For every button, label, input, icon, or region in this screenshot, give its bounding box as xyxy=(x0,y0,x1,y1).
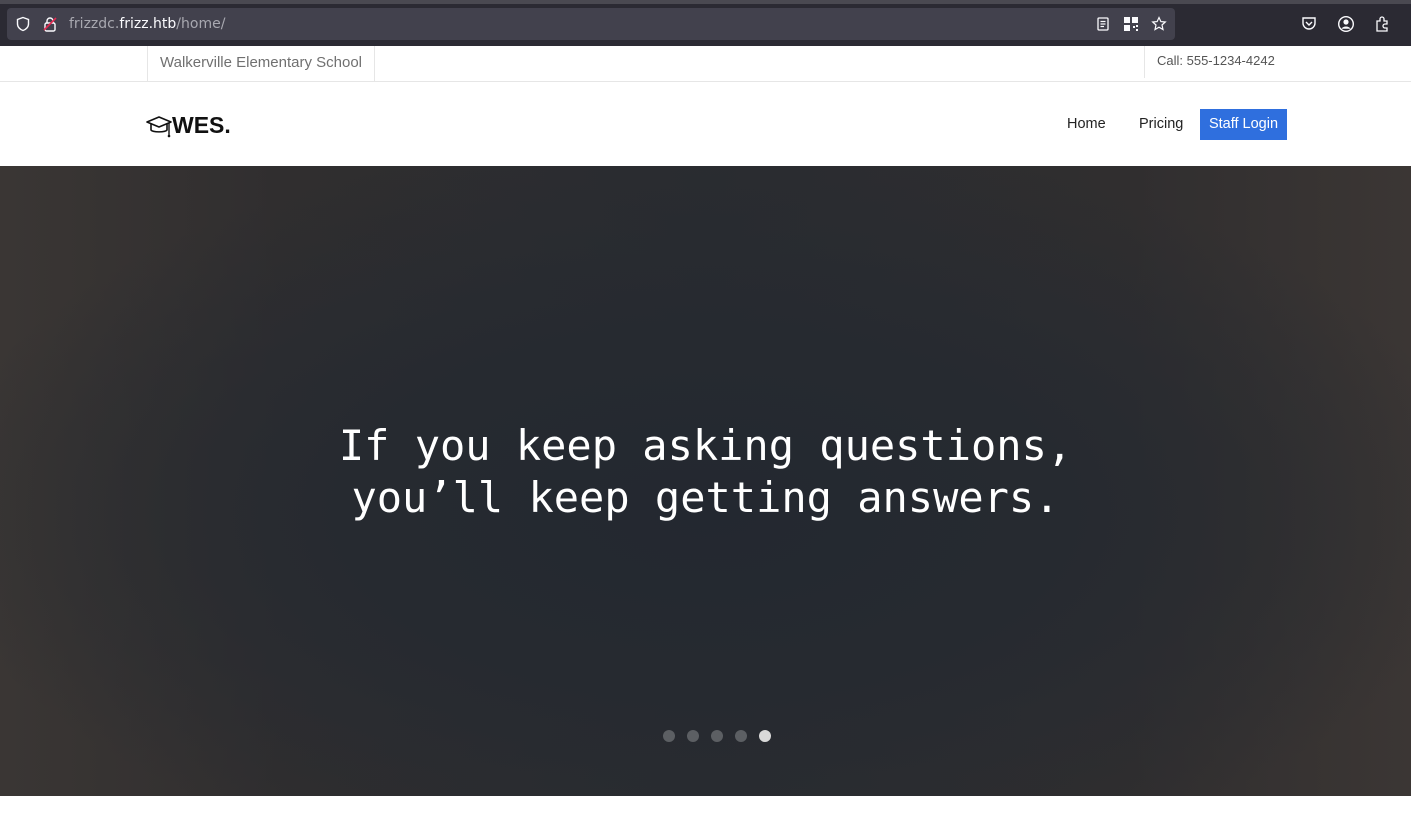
phone-number: Call: 555-1234-4242 xyxy=(1144,46,1275,78)
url-path: /home/ xyxy=(176,16,226,32)
slider-dot-1[interactable] xyxy=(663,730,675,742)
pocket-icon[interactable] xyxy=(1300,15,1318,33)
slider-dot-3[interactable] xyxy=(711,730,723,742)
shield-icon[interactable] xyxy=(15,16,31,32)
url-text[interactable]: frizzdc.frizz.htb/home/ xyxy=(69,16,225,32)
graduation-cap-icon xyxy=(146,116,172,138)
extensions-icon[interactable] xyxy=(1373,15,1391,33)
page-content-below-hero xyxy=(0,796,1411,838)
qr-code-icon[interactable] xyxy=(1123,16,1139,32)
reader-view-icon[interactable] xyxy=(1095,16,1111,32)
url-host: frizz.htb xyxy=(119,16,177,32)
address-bar[interactable]: frizzdc.frizz.htb/home/ xyxy=(7,8,1175,40)
slider-pagination xyxy=(663,730,771,742)
site-logo[interactable]: WES. xyxy=(146,110,231,140)
bookmark-star-icon[interactable] xyxy=(1151,16,1167,32)
school-name: Walkerville Elementary School xyxy=(147,46,375,82)
browser-toolbar: frizzdc.frizz.htb/home/ xyxy=(0,0,1411,46)
url-host-prefix: frizzdc. xyxy=(69,16,120,32)
nav-link-home[interactable]: Home xyxy=(1067,116,1106,132)
slider-dot-5[interactable] xyxy=(759,730,771,742)
insecure-lock-icon[interactable] xyxy=(42,16,58,32)
account-icon[interactable] xyxy=(1337,15,1355,33)
hero-slider: If you keep asking questions, you’ll kee… xyxy=(0,166,1411,796)
nav-link-pricing[interactable]: Pricing xyxy=(1139,116,1183,132)
logo-text: WES. xyxy=(172,111,231,138)
hero-quote-line-2: you’ll keep getting answers. xyxy=(351,473,1060,522)
slider-dot-4[interactable] xyxy=(735,730,747,742)
main-navbar: WES. Home Pricing Staff Login xyxy=(0,82,1411,166)
hero-quote: If you keep asking questions, you’ll kee… xyxy=(0,420,1411,524)
slider-dot-2[interactable] xyxy=(687,730,699,742)
hero-quote-line-1: If you keep asking questions, xyxy=(338,421,1073,470)
staff-login-button[interactable]: Staff Login xyxy=(1200,109,1287,140)
top-info-bar: Walkerville Elementary School Call: 555-… xyxy=(0,46,1411,82)
